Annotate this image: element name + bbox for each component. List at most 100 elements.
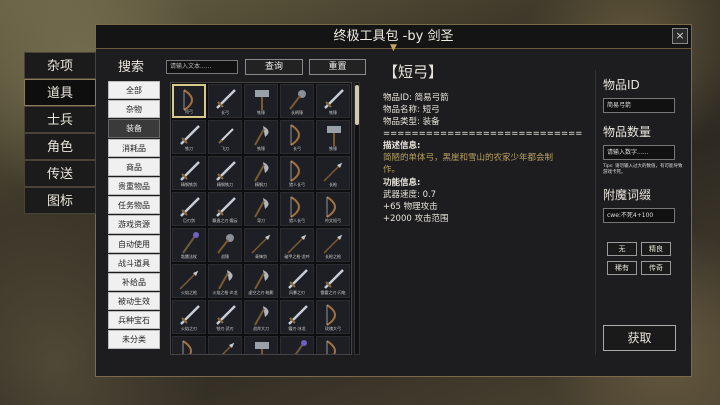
item-slot[interactable]: 猎人长弓 [280, 156, 314, 190]
item-slot[interactable]: 猎人长弓 [280, 192, 314, 226]
item-slot[interactable]: 青锋剑 [244, 228, 278, 262]
item-label: 破甲之枪·龙吟 [284, 254, 310, 259]
item-slot[interactable]: 战斧大刀 [244, 300, 278, 334]
item-slot[interactable]: 弯刀 [244, 192, 278, 226]
item-slot[interactable]: 巨刃剑 [172, 192, 206, 226]
item-slot[interactable]: 火焰之刃 [172, 300, 206, 334]
category-item[interactable]: 兵种宝石 [108, 311, 160, 330]
item-slot[interactable]: 铁锤 [244, 120, 278, 154]
enchant-input[interactable]: cwe:不死4+100 [603, 208, 675, 223]
item-slot[interactable] [172, 336, 206, 354]
item-id-line: 物品ID: 简易弓箭 [383, 93, 449, 103]
item-slot[interactable]: 铁锤 [316, 120, 350, 154]
item-slot[interactable]: 风暴之刃 [280, 264, 314, 298]
sword-icon [324, 269, 344, 289]
item-slot[interactable]: 骷髅法杖 [172, 228, 206, 262]
item-label: 骷髅法杖 [181, 254, 197, 259]
category-item[interactable]: 战斗道具 [108, 253, 160, 272]
item-slot[interactable]: 长弓 [280, 120, 314, 154]
item-slot[interactable]: 短弓 [172, 84, 206, 118]
item-label: 长枪 [329, 182, 337, 187]
item-slot[interactable]: 精钢刀 [244, 156, 278, 190]
menu-item[interactable]: 道具 [24, 79, 96, 106]
item-slot[interactable]: 精钢铁剑 [172, 156, 206, 190]
bow-icon [182, 340, 192, 354]
item-label: 精钢刀 [255, 182, 267, 187]
scroll-thumb[interactable] [355, 85, 359, 125]
item-label: 长柄锤 [291, 110, 303, 115]
category-item[interactable]: 贵重物品 [108, 176, 160, 196]
item-label: 雷霆之刃·闪电 [320, 290, 346, 295]
item-slot[interactable]: 雷霆之刃·闪电 [316, 264, 350, 298]
menu-item[interactable]: 传送 [24, 160, 96, 187]
menu-item[interactable]: 杂项 [24, 52, 96, 79]
item-slot[interactable]: 飞刀 [208, 120, 242, 154]
staff-icon [182, 232, 199, 254]
grid-scrollbar[interactable] [354, 82, 360, 355]
category-item[interactable]: 全部 [108, 81, 160, 100]
item-slot[interactable]: 火焰之枪 [172, 264, 206, 298]
close-button[interactable]: × [672, 28, 688, 44]
category-item[interactable]: 游戏资源 [108, 215, 160, 234]
item-slot[interactable]: 长弓 [208, 84, 242, 118]
rarity-rare-button[interactable]: 稀有 [607, 261, 637, 275]
dagger-icon [218, 128, 234, 144]
category-item[interactable]: 杂物 [108, 100, 160, 119]
item-slot[interactable]: 霜刃·冰龙 [280, 300, 314, 334]
category-item[interactable]: 被动生效 [108, 292, 160, 311]
item-label: 长弓 [293, 146, 301, 151]
bow-icon [326, 304, 336, 326]
rarity-fine-button[interactable]: 精良 [641, 242, 671, 256]
item-slot[interactable]: 长枪之枪 [316, 228, 350, 262]
func-line: 武器速度: 0.7 [383, 190, 437, 200]
category-item[interactable]: 消耗品 [108, 138, 160, 157]
item-slot[interactable] [208, 336, 242, 354]
category-item[interactable]: 商品 [108, 157, 160, 176]
menu-item[interactable]: 图标 [24, 187, 96, 214]
item-slot[interactable]: 铁刀 [172, 120, 206, 154]
item-slot[interactable] [280, 336, 314, 354]
item-slot[interactable]: 玫瑰大弓 [316, 300, 350, 334]
category-item[interactable]: 自动使用 [108, 234, 160, 253]
item-label: 飞刀 [221, 146, 229, 151]
quantity-input[interactable]: 请输入数字...... [603, 145, 675, 160]
item-label: 玫瑰大弓 [325, 326, 341, 331]
category-item[interactable]: 装备 [108, 119, 160, 138]
item-slot[interactable]: 长柄锤 [280, 84, 314, 118]
rarity-legendary-button[interactable]: 传奇 [641, 261, 671, 275]
item-label: 铁锤 [329, 110, 337, 115]
search-input[interactable]: 请输入文本...... [166, 60, 238, 74]
item-label: 火焰之刃 [181, 326, 197, 331]
item-slot[interactable]: 战锤 [208, 228, 242, 262]
item-slot[interactable]: 铁锤 [316, 84, 350, 118]
category-item[interactable]: 任务物品 [108, 196, 160, 215]
item-id-field[interactable]: 简易弓箭 [603, 98, 675, 113]
item-slot[interactable]: 精钢铁刀 [208, 156, 242, 190]
category-item[interactable]: 未分类 [108, 330, 160, 349]
sword-icon [288, 269, 308, 289]
staff-icon [294, 340, 307, 354]
item-slot[interactable]: 飘逸之刃·霜云 [208, 192, 242, 226]
menu-item[interactable]: 角色 [24, 133, 96, 160]
item-slot[interactable]: 火焰之枪·炎龙 [208, 264, 242, 298]
sword-icon [216, 197, 236, 217]
item-slot[interactable]: 符文短弓 [316, 192, 350, 226]
sword-icon [216, 89, 236, 109]
item-slot[interactable]: 长枪 [316, 156, 350, 190]
item-slot[interactable]: 虚空之刃·暗影 [244, 264, 278, 298]
item-slot[interactable]: 铁刃·武刃 [208, 300, 242, 334]
item-slot[interactable]: 破甲之枪·龙吟 [280, 228, 314, 262]
item-slot[interactable]: 铁锤 [244, 84, 278, 118]
obtain-button[interactable]: 获取 [603, 325, 676, 351]
item-label: 猎人长弓 [289, 218, 305, 223]
item-slot[interactable] [316, 336, 350, 354]
desc-title: 描述信息: [383, 141, 421, 151]
menu-item[interactable]: 士兵 [24, 106, 96, 133]
category-item[interactable]: 补给品 [108, 272, 160, 292]
rarity-none-button[interactable]: 无 [607, 242, 637, 256]
query-button[interactable]: 查询 [245, 59, 303, 75]
item-slot[interactable] [244, 336, 278, 354]
bow-icon [290, 196, 300, 218]
reset-button[interactable]: 重置 [309, 59, 366, 75]
func-line: +65 物理攻击 [383, 202, 438, 212]
